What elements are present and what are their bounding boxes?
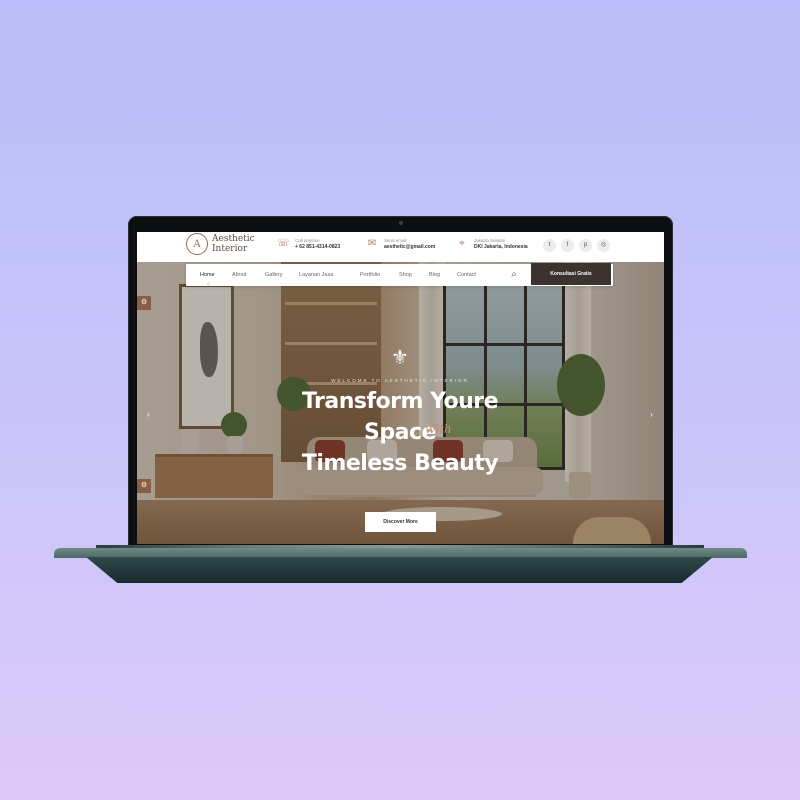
- slider-next-icon[interactable]: ›: [647, 408, 656, 422]
- hero-section: ⚙ ⚙ ‹ › ⚜ WELCOME TO AESTHETIC INTERIOR …: [137, 262, 664, 544]
- instagram-icon[interactable]: ◎: [597, 239, 610, 252]
- discover-more-button[interactable]: Discover More: [365, 512, 436, 532]
- contact-email[interactable]: ✉ Send email aesthetic@gmail.com: [366, 237, 436, 251]
- phone-icon: ☏: [277, 238, 290, 249]
- logo-mark-icon: A: [186, 233, 208, 255]
- pinterest-icon[interactable]: p: [579, 239, 592, 252]
- contact-location-value: DKI Jakarta, Indonesia: [474, 244, 528, 250]
- nav-item-blog[interactable]: Blog: [429, 272, 457, 278]
- hero-title-line3: Timeless Beauty: [301, 451, 499, 476]
- location-icon: ⌖: [459, 238, 465, 249]
- laptop-base: [54, 548, 747, 558]
- twitter-icon[interactable]: t: [543, 239, 556, 252]
- contact-phone-value: + 62 851-4314-0823: [295, 244, 341, 250]
- webcam: [399, 221, 403, 225]
- nav-item-layanan-jasa[interactable]: Layanan Jasa: [299, 272, 360, 278]
- nav-item-shop[interactable]: Shop: [399, 272, 429, 278]
- search-icon[interactable]: ⌕: [508, 269, 520, 281]
- settings-gear-icon[interactable]: ⚙: [137, 296, 151, 310]
- hero-script-text: with: [425, 422, 452, 436]
- hero-eyebrow: WELCOME TO AESTHETIC INTERIOR: [331, 378, 469, 383]
- mail-icon: ✉: [367, 238, 377, 249]
- settings-gear-icon[interactable]: ⚙: [137, 479, 151, 493]
- contact-email-label: Send email: [384, 238, 407, 243]
- brand-name-line1: Aesthetic: [212, 234, 255, 244]
- hero-title: Transform Youre Space Timeless Beauty: [255, 386, 545, 479]
- contact-location-label: Jakarta Selatan: [474, 238, 506, 243]
- contact-location[interactable]: ⌖ Jakarta Selatan DKI Jakarta, Indonesia: [456, 237, 528, 251]
- hero-title-line1: Transform Youre: [301, 389, 499, 414]
- fleur-de-lis-icon: ⚜: [391, 345, 409, 369]
- nav-item-contact[interactable]: Contact: [457, 272, 491, 278]
- free-consultation-button[interactable]: Konsultasi Gratis: [531, 263, 611, 285]
- social-links: t f p ◎: [543, 239, 610, 252]
- active-nav-indicator-icon: ⌂: [207, 281, 211, 287]
- slider-prev-icon[interactable]: ‹: [144, 408, 153, 422]
- brand-name: Aesthetic Interior: [212, 234, 255, 254]
- contact-email-value: aesthetic@gmail.com: [384, 244, 436, 250]
- nav-item-about[interactable]: About: [232, 272, 265, 278]
- brand-name-line2: Interior: [212, 244, 248, 254]
- website-screen: A Aesthetic Interior ☏ Call anytime + 62…: [137, 232, 664, 544]
- laptop-base-underside: [86, 557, 713, 583]
- facebook-icon[interactable]: f: [561, 239, 574, 252]
- nav-item-home[interactable]: Home: [200, 272, 232, 278]
- contact-phone[interactable]: ☏ Call anytime + 62 851-4314-0823: [277, 237, 340, 251]
- nav-links: Home About Gallery Layanan Jasa Portfoli…: [200, 264, 491, 286]
- contact-phone-label: Call anytime: [295, 238, 320, 243]
- top-info-bar: A Aesthetic Interior ☏ Call anytime + 62…: [137, 232, 664, 262]
- nav-item-gallery[interactable]: Gallery: [265, 272, 299, 278]
- nav-item-portfolio[interactable]: Portfolio: [360, 272, 399, 278]
- brand-logo[interactable]: A Aesthetic Interior: [186, 233, 255, 255]
- laptop-lid: A Aesthetic Interior ☏ Call anytime + 62…: [128, 216, 673, 546]
